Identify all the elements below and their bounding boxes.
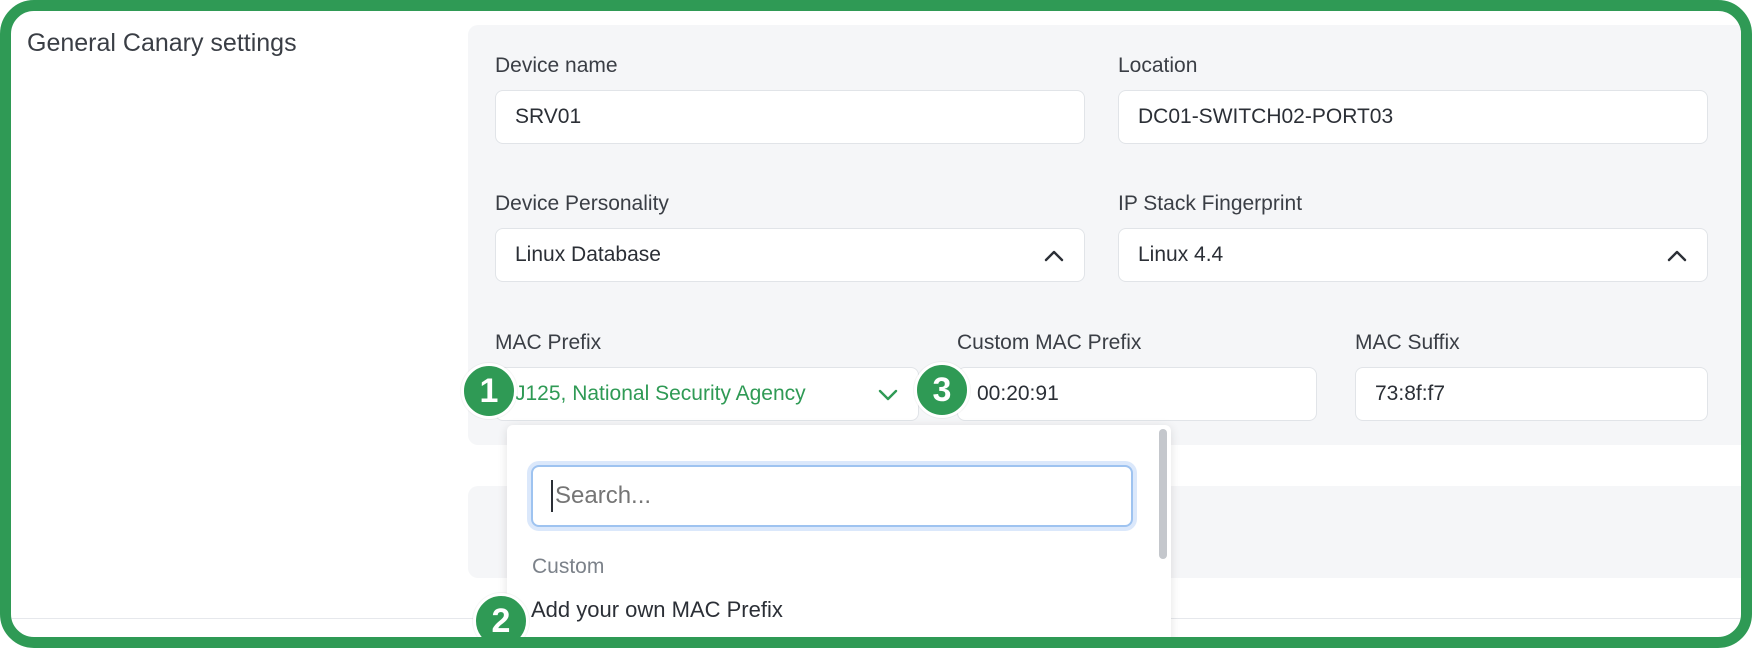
- step-badge-3: 3: [914, 362, 970, 418]
- device-name-label: Device name: [495, 54, 618, 77]
- mac-prefix-label: MAC Prefix: [495, 331, 602, 354]
- chevron-up-icon: [1667, 250, 1687, 262]
- step-badge-1: 1: [461, 363, 517, 419]
- device-personality-value: Linux Database: [515, 243, 661, 266]
- mac-prefix-value: J125, National Security Agency: [515, 382, 806, 405]
- chevron-up-icon: [1044, 250, 1064, 262]
- device-personality-label: Device Personality: [495, 192, 669, 215]
- step-badge-2: 2: [473, 593, 529, 637]
- mac-suffix-field[interactable]: 73:8f:f7: [1355, 367, 1708, 421]
- location-value: DC01-SWITCH02-PORT03: [1138, 105, 1394, 128]
- dropdown-scrollbar[interactable]: [1159, 429, 1167, 559]
- mac-suffix-label: MAC Suffix: [1355, 331, 1460, 354]
- ip-stack-select[interactable]: Linux 4.4: [1118, 228, 1708, 282]
- section-title: General Canary settings: [27, 29, 297, 57]
- ip-stack-label: IP Stack Fingerprint: [1118, 192, 1303, 215]
- ip-stack-value: Linux 4.4: [1138, 243, 1224, 266]
- dropdown-group-label: Custom: [532, 555, 605, 578]
- device-personality-select[interactable]: Linux Database: [495, 228, 1085, 282]
- mac-prefix-dropdown: Custom Add your own MAC Prefix: [507, 425, 1171, 637]
- text-caret: [551, 480, 553, 512]
- device-name-field[interactable]: SRV01: [495, 90, 1085, 144]
- device-name-value: SRV01: [515, 105, 582, 128]
- mac-prefix-select[interactable]: J125, National Security Agency: [495, 367, 919, 421]
- mac-prefix-search-input[interactable]: [531, 465, 1133, 527]
- location-label: Location: [1118, 54, 1198, 77]
- custom-mac-prefix-value: 00:20:91: [977, 382, 1059, 405]
- custom-mac-prefix-label: Custom MAC Prefix: [957, 331, 1142, 354]
- chevron-down-icon: [878, 389, 898, 401]
- add-mac-prefix-option[interactable]: Add your own MAC Prefix: [531, 597, 783, 623]
- window-frame: General Canary settings Device name SRV0…: [0, 0, 1752, 648]
- custom-mac-prefix-field[interactable]: 00:20:91: [957, 367, 1317, 421]
- mac-suffix-value: 73:8f:f7: [1375, 382, 1446, 405]
- location-field[interactable]: DC01-SWITCH02-PORT03: [1118, 90, 1708, 144]
